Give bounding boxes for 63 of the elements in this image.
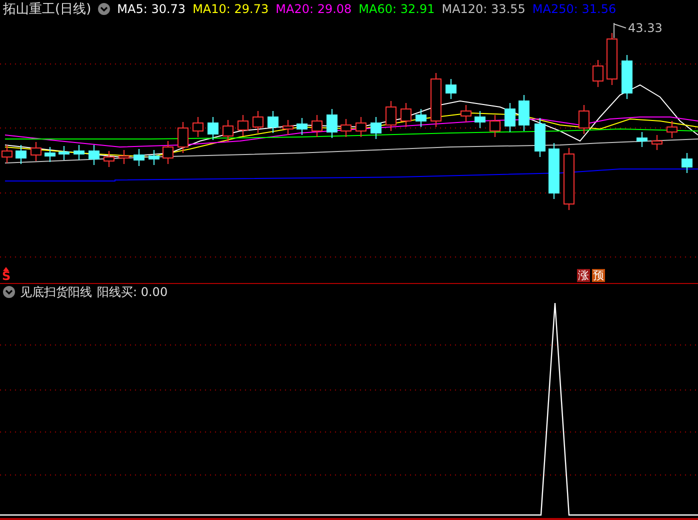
candlestick (592, 60, 604, 88)
candlestick (356, 116, 366, 138)
candlestick (400, 102, 412, 128)
candlestick (326, 108, 338, 138)
candlestick (340, 118, 352, 138)
flag-icon (614, 22, 626, 38)
candlestick (88, 144, 100, 166)
candlestick (208, 116, 218, 140)
candlestick (652, 134, 662, 150)
candlestick (446, 78, 456, 100)
candlestick (386, 100, 396, 132)
candlestick (504, 102, 516, 132)
candlestick (252, 110, 264, 134)
candlestick (296, 118, 308, 136)
candlestick (268, 110, 278, 134)
candlestick (178, 122, 188, 154)
candlestick (370, 116, 382, 140)
candlestick (148, 150, 160, 166)
up-arrow-icon (3, 267, 9, 271)
candlestick (162, 140, 174, 164)
candlestick (118, 150, 130, 164)
high-price-label: 43.33 (628, 21, 662, 35)
ma-value-label: MA5: 30.73 (117, 2, 186, 16)
candlestick (490, 114, 500, 138)
candlestick (622, 54, 632, 100)
candlestick (460, 104, 472, 122)
candlestick (578, 104, 590, 134)
ma-value-label: MA10: 29.73 (192, 2, 269, 16)
candlestick (312, 114, 322, 138)
ma-value-label: MA60: 32.91 (358, 2, 435, 16)
sell-signal-marker: S (2, 270, 11, 282)
candlestick (606, 32, 618, 86)
candlestick (564, 148, 574, 210)
ma-value-label: MA20: 29.08 (276, 2, 352, 16)
candlestick (682, 152, 692, 174)
indicator-title: 见底扫货阳线 (20, 284, 92, 300)
candlestick (192, 116, 204, 138)
candlestick (44, 146, 56, 162)
candlestick (282, 120, 294, 136)
candlestick (16, 144, 26, 164)
candlestick (104, 150, 114, 168)
dropdown-icon[interactable] (98, 2, 110, 14)
ma-value-label: MA120: 33.55 (442, 2, 526, 16)
indicator-value: 阳线买: 0.00 (97, 284, 168, 300)
candlestick (548, 142, 560, 200)
candlestick (134, 148, 144, 166)
candlestick (430, 72, 442, 128)
candlestick (416, 108, 426, 128)
candlestick (666, 120, 678, 138)
candlestick (238, 114, 248, 136)
candlestick (518, 94, 530, 132)
stock-title: 拓山重工(日线) (3, 0, 92, 18)
candlestick (30, 142, 42, 162)
candlestick (474, 110, 486, 128)
candlestick (74, 144, 84, 160)
signal-badge: 预 (592, 269, 605, 282)
candlestick (58, 146, 70, 160)
candlestick (534, 118, 546, 158)
signal-badge: 涨 (577, 269, 590, 282)
dropdown-icon[interactable] (3, 286, 15, 298)
candlestick (222, 120, 234, 142)
candlestick (636, 132, 648, 148)
ma-value-label: MA250: 31.56 (532, 2, 616, 16)
